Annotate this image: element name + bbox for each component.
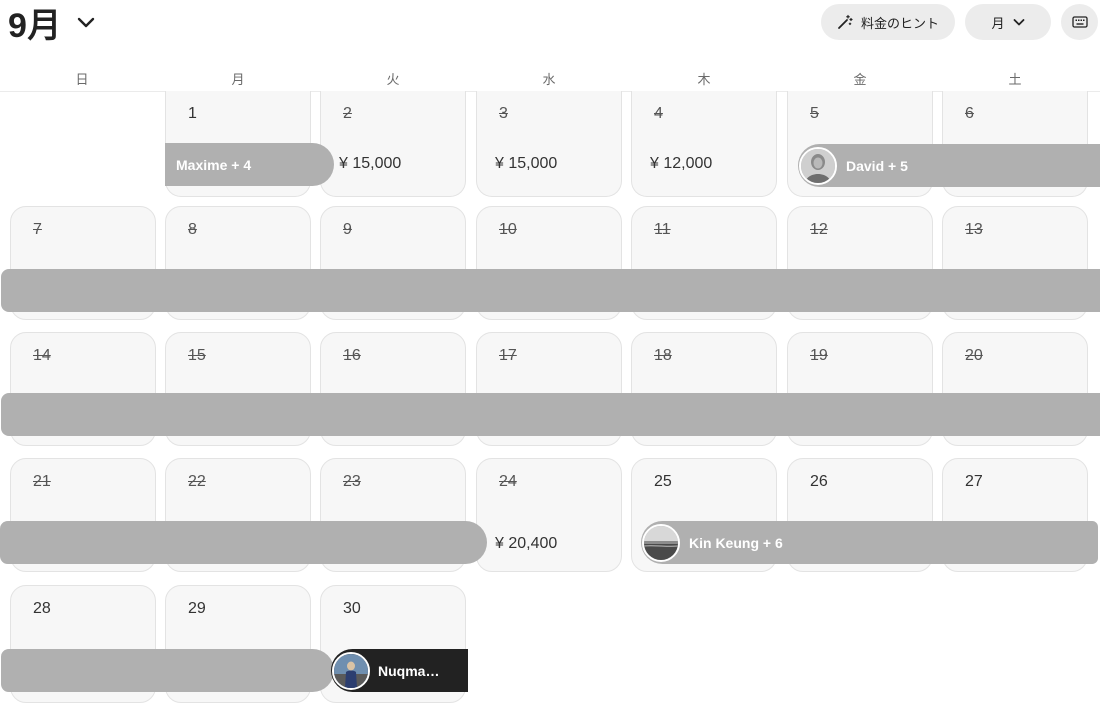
reservation-bar[interactable] — [1, 393, 1100, 436]
reservation-bar[interactable] — [1, 649, 334, 692]
day-number: 11 — [654, 221, 671, 238]
day-number: 27 — [965, 473, 983, 490]
guest-avatar-icon — [799, 146, 837, 185]
day-number: 19 — [810, 347, 828, 364]
guest-name: David + 5 — [846, 157, 908, 174]
day-number: 6 — [965, 105, 974, 122]
nightly-price: ¥ 15,000 — [339, 155, 402, 172]
calendar-day-cell[interactable]: 2 ¥ 15,000 — [320, 91, 466, 197]
guest-name: Kin Keung + 6 — [689, 534, 783, 551]
day-number: 22 — [188, 473, 206, 490]
day-number: 2 — [343, 105, 352, 122]
day-number: 4 — [654, 105, 663, 122]
calendar-day-cell[interactable]: 4 ¥ 12,000 — [631, 91, 777, 197]
day-number: 15 — [188, 347, 206, 364]
day-number: 9 — [343, 221, 352, 238]
calendar-day-cell[interactable]: 3 ¥ 15,000 — [476, 91, 622, 197]
reservation-bar[interactable]: David + 5 — [798, 144, 1100, 187]
day-number: 25 — [654, 473, 672, 490]
day-number: 8 — [188, 221, 197, 238]
calendar-day-cell[interactable]: 24 ¥ 20,400 — [476, 458, 622, 572]
guest-avatar-icon — [642, 523, 680, 562]
reservation-bar-selected[interactable]: Nuqma… — [331, 649, 468, 692]
calendar-grid: 1 2 ¥ 15,000 3 ¥ 15,000 4 ¥ 12,000 5 6 7 8 … — [0, 0, 1100, 708]
day-number: 21 — [33, 473, 51, 490]
day-number: 18 — [654, 347, 672, 364]
day-number: 12 — [810, 221, 828, 238]
day-number: 7 — [33, 221, 42, 238]
reservation-bar[interactable]: Kin Keung + 6 — [641, 521, 1098, 564]
nightly-price: ¥ 12,000 — [650, 155, 713, 172]
day-number: 14 — [33, 347, 51, 364]
day-number: 29 — [188, 600, 206, 617]
day-number: 24 — [499, 473, 517, 490]
reservation-bar[interactable] — [0, 521, 487, 564]
day-number: 16 — [343, 347, 361, 364]
nightly-price: ¥ 15,000 — [495, 155, 558, 172]
day-number: 13 — [965, 221, 983, 238]
day-number: 28 — [33, 600, 51, 617]
reservation-bar[interactable] — [1, 269, 1100, 312]
day-number: 10 — [499, 221, 517, 238]
day-number: 30 — [343, 600, 361, 617]
day-number: 1 — [188, 105, 197, 122]
guest-name: Nuqma… — [378, 662, 440, 679]
reservation-bar[interactable]: Maxime + 4 — [165, 143, 334, 186]
day-number: 5 — [810, 105, 819, 122]
day-number: 17 — [499, 347, 517, 364]
nightly-price: ¥ 20,400 — [495, 535, 558, 552]
day-number: 23 — [343, 473, 361, 490]
guest-avatar-icon — [332, 651, 370, 690]
day-number: 3 — [499, 105, 508, 122]
guest-name: Maxime + 4 — [176, 156, 252, 173]
day-number: 20 — [965, 347, 983, 364]
day-number: 26 — [810, 473, 828, 490]
